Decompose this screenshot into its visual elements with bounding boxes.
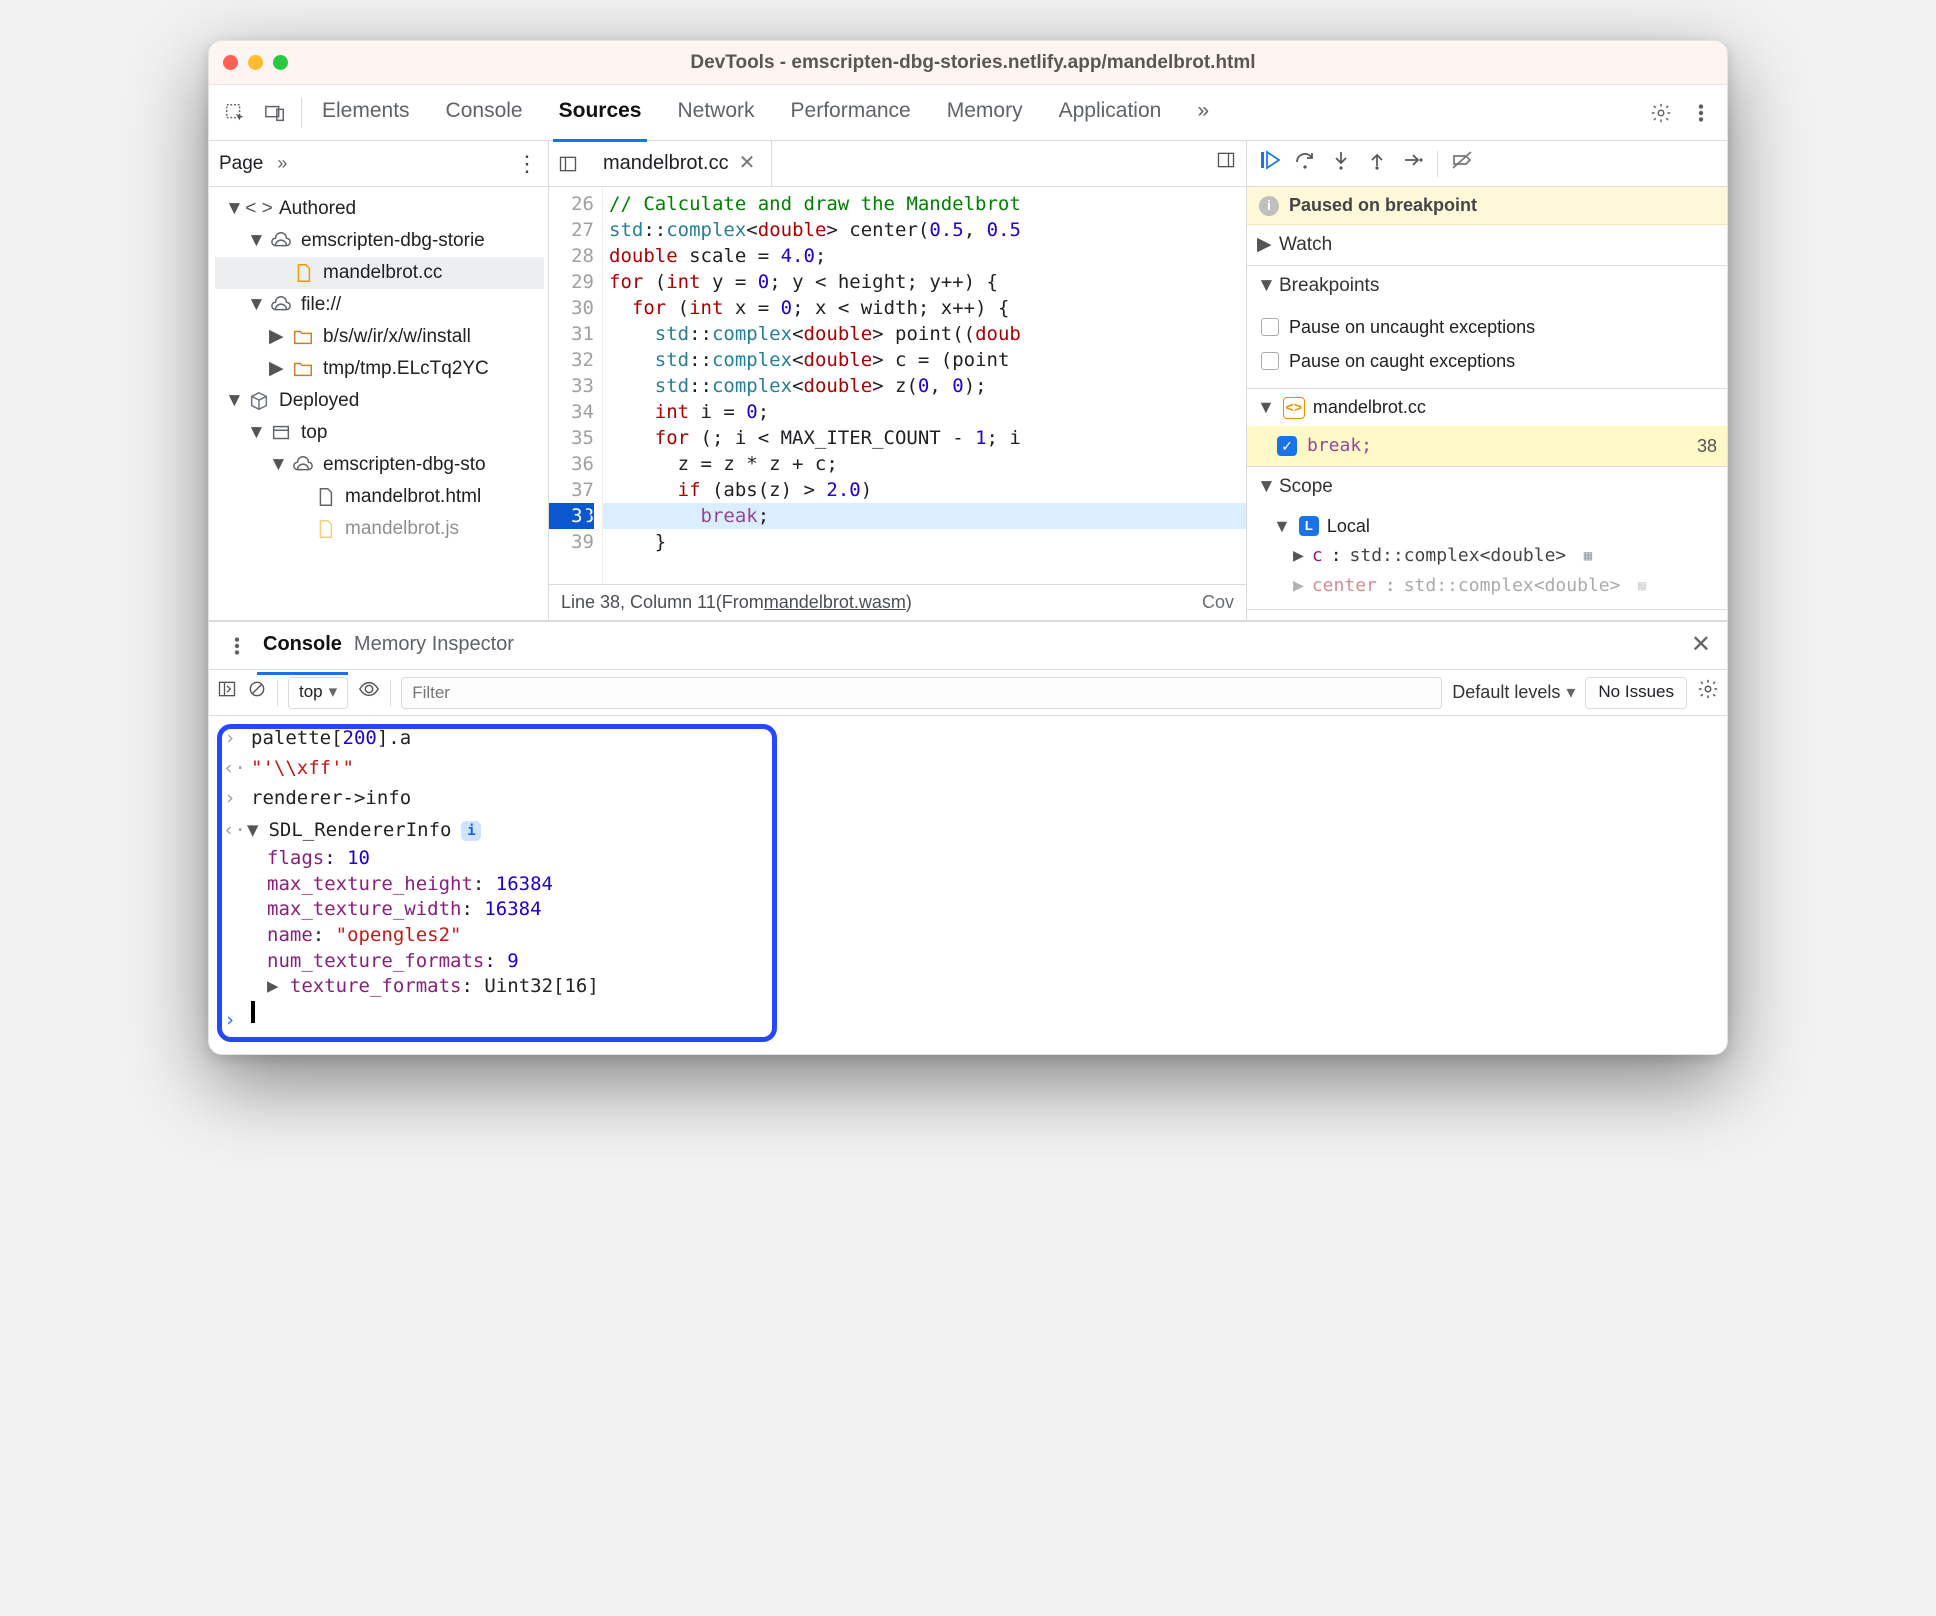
tree-site[interactable]: ▼emscripten-dbg-storie <box>215 225 544 257</box>
toggle-debugger-icon[interactable] <box>1206 150 1246 176</box>
info-icon: i <box>1259 196 1279 216</box>
pause-uncaught-toggle[interactable]: Pause on uncaught exceptions <box>1261 310 1717 344</box>
editor-status: Line 38, Column 11 (From mandelbrot.wasm… <box>549 584 1246 620</box>
device-toolbar-icon[interactable] <box>255 93 295 133</box>
deactivate-breakpoints-icon[interactable] <box>1450 148 1474 178</box>
navigator-menu-icon[interactable]: ⋮ <box>516 149 538 179</box>
close-tab-icon[interactable]: ✕ <box>739 150 756 177</box>
minimize-icon[interactable] <box>248 55 263 70</box>
kebab-menu-icon[interactable] <box>1681 93 1721 133</box>
section-breakpoints: ▼Breakpoints Pause on uncaught exception… <box>1247 266 1727 467</box>
tab-network[interactable]: Network <box>671 83 760 142</box>
navigator-pane: Page » ⋮ ▼< >Authored ▼emscripten-dbg-st… <box>209 141 549 620</box>
navigator-tab-page[interactable]: Page <box>219 151 263 177</box>
tree-file-scheme[interactable]: ▼file:// <box>215 289 544 321</box>
tree-file-html[interactable]: mandelbrot.html <box>215 481 544 513</box>
tab-elements[interactable]: Elements <box>316 83 416 142</box>
editor-tab-mandelbrot[interactable]: mandelbrot.cc ✕ <box>587 141 772 186</box>
tree-deployed[interactable]: ▼Deployed <box>215 385 544 417</box>
no-issues-badge[interactable]: No Issues <box>1585 677 1687 709</box>
breakpoint-file[interactable]: ▼<>mandelbrot.cc <box>1247 388 1727 426</box>
main-tab-bar: Elements Console Sources Network Perform… <box>209 85 1727 141</box>
tab-application[interactable]: Application <box>1053 83 1168 142</box>
resume-icon[interactable] <box>1257 148 1281 178</box>
tab-overflow[interactable]: » <box>1191 83 1215 142</box>
settings-icon[interactable] <box>1641 93 1681 133</box>
titlebar: DevTools - emscripten-dbg-stories.netlif… <box>209 41 1727 85</box>
devtools-window: DevTools - emscripten-dbg-stories.netlif… <box>208 40 1728 1055</box>
pause-caught-toggle[interactable]: Pause on caught exceptions <box>1261 344 1717 378</box>
breakpoint-checkbox[interactable]: ✓ <box>1277 436 1297 456</box>
traffic-lights <box>223 55 288 70</box>
scope-var-center[interactable]: ▶center: std::complex<double> ▦ <box>1247 571 1727 601</box>
editor-code[interactable]: // Calculate and draw the Mandelbrot std… <box>603 187 1246 584</box>
editor-gutter[interactable]: 2627282930313233343536373839 <box>549 187 603 584</box>
close-icon[interactable] <box>223 55 238 70</box>
console-prompt-input[interactable] <box>251 1001 255 1023</box>
drawer-menu-icon[interactable] <box>217 626 257 666</box>
console-settings-icon[interactable] <box>1697 678 1719 706</box>
tree-top[interactable]: ▼top <box>215 417 544 449</box>
paused-banner: i Paused on breakpoint <box>1247 187 1727 225</box>
tree-folder-bsw[interactable]: ▶b/s/w/ir/x/w/install <box>215 321 544 353</box>
clear-console-icon[interactable] <box>247 679 267 705</box>
window-title: DevTools - emscripten-dbg-stories.netlif… <box>288 50 1658 76</box>
drawer-close-icon[interactable]: ✕ <box>1683 629 1719 661</box>
zoom-icon[interactable] <box>273 55 288 70</box>
coverage-label[interactable]: Cov <box>1202 590 1234 614</box>
live-expression-icon[interactable] <box>358 678 380 706</box>
step-out-icon[interactable] <box>1365 148 1389 178</box>
console-sidebar-icon[interactable] <box>217 679 237 705</box>
tab-performance[interactable]: Performance <box>785 83 917 142</box>
step-icon[interactable] <box>1401 148 1425 178</box>
drawer-tab-memory[interactable]: Memory Inspector <box>348 617 520 675</box>
context-selector[interactable]: top▾ <box>288 677 348 709</box>
drawer: Console Memory Inspector ✕ top▾ Default … <box>209 621 1727 1054</box>
editor-pane: mandelbrot.cc ✕ 262728293031323334353637… <box>549 141 1247 620</box>
info-badge-icon[interactable]: i <box>461 821 481 841</box>
console-output[interactable]: ›palette[200].a ‹·"'\\xff'" ›renderer->i… <box>209 716 1727 1054</box>
navigator-overflow[interactable]: » <box>277 151 287 175</box>
tree-file-mandelbrot-cc[interactable]: mandelbrot.cc <box>215 257 544 289</box>
tree-file-js[interactable]: mandelbrot.js <box>215 513 544 545</box>
toggle-navigator-icon[interactable] <box>549 154 587 174</box>
section-watch[interactable]: ▶Watch <box>1247 225 1727 266</box>
drawer-tab-console[interactable]: Console <box>257 617 348 675</box>
status-source-link[interactable]: mandelbrot.wasm <box>764 590 906 614</box>
scope-var-c[interactable]: ▶c: std::complex<double> ▦ <box>1247 541 1727 571</box>
tree-folder-tmp[interactable]: ▶tmp/tmp.ELcTq2YC <box>215 353 544 385</box>
tab-memory[interactable]: Memory <box>941 83 1029 142</box>
section-scope: ▼Scope ▼LLocal ▶c: std::complex<double> … <box>1247 467 1727 610</box>
inspect-element-icon[interactable] <box>215 93 255 133</box>
tab-console[interactable]: Console <box>440 83 529 142</box>
breakpoint-entry[interactable]: ✓ break; 38 <box>1247 426 1727 466</box>
step-over-icon[interactable] <box>1293 148 1317 178</box>
tab-sources[interactable]: Sources <box>553 83 648 142</box>
step-into-icon[interactable] <box>1329 148 1353 178</box>
tree-authored[interactable]: ▼< >Authored <box>215 193 544 225</box>
console-filter-input[interactable] <box>401 677 1442 709</box>
debugger-pane: i Paused on breakpoint ▶Watch ▼Breakpoin… <box>1247 141 1727 620</box>
scope-local[interactable]: ▼LLocal <box>1247 511 1727 541</box>
tree-site2[interactable]: ▼emscripten-dbg-sto <box>215 449 544 481</box>
log-levels-select[interactable]: Default levels▾ <box>1452 680 1575 704</box>
